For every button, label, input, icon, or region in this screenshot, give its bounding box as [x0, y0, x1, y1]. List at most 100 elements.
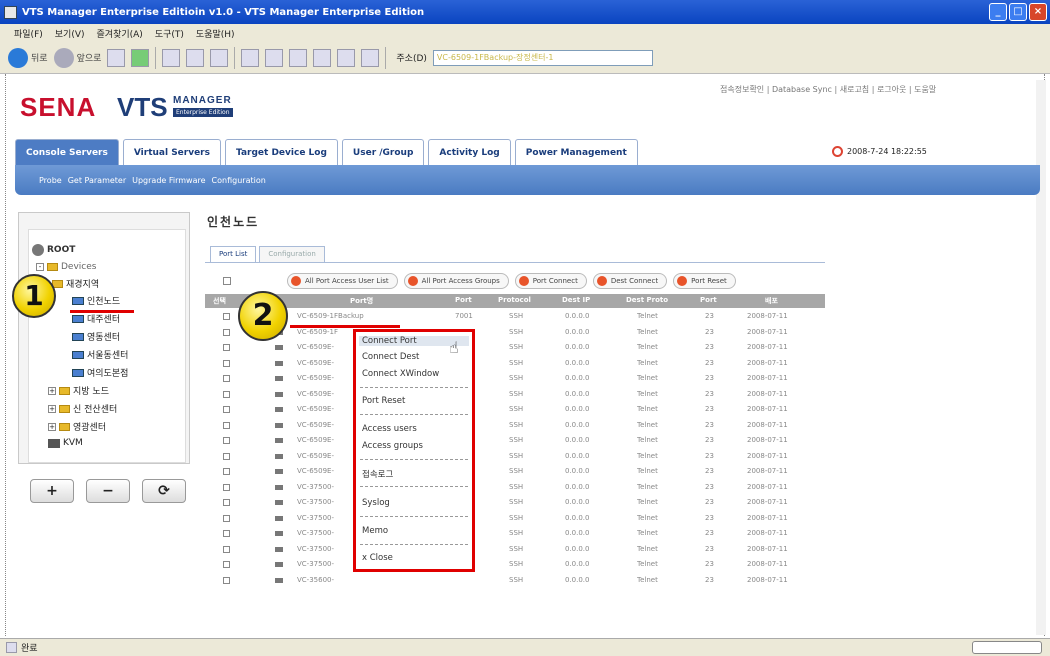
row-checkbox[interactable] — [223, 313, 230, 320]
forward-button[interactable]: 앞으로 — [53, 46, 101, 70]
table-row[interactable]: VC-37500- SSH 0.0.0.0 Telnet 23 2008-07-11 — [205, 480, 825, 496]
row-checkbox[interactable] — [223, 359, 230, 367]
tree-region[interactable]: 재경지역 — [52, 277, 99, 290]
collapse-icon[interactable]: - — [36, 263, 44, 271]
table-row[interactable]: VC-6509E- SSH 0.0.0.0 Telnet 23 2008-07-11 — [205, 464, 825, 480]
table-row[interactable]: VC-6509E- SSH 0.0.0.0 Telnet 23 2008-07-11 — [205, 402, 825, 418]
remove-button[interactable]: − — [86, 479, 130, 503]
menu-tools[interactable]: 도구(T) — [155, 27, 184, 40]
port-reset-button[interactable]: Port Reset — [673, 273, 736, 289]
table-row[interactable]: VC-6509E- SSH 0.0.0.0 Telnet 23 2008-07-11 — [205, 449, 825, 465]
table-row[interactable]: VC-37500- SSH 0.0.0.0 Telnet 23 2008-07-11 — [205, 526, 825, 542]
table-row[interactable]: VC-37500- SSH 0.0.0.0 Telnet 23 2008-07-11 — [205, 495, 825, 511]
expand-icon[interactable]: + — [48, 386, 56, 395]
tab-port-list[interactable]: Port List — [210, 246, 257, 262]
tree-kvm[interactable]: KVM — [48, 438, 83, 448]
all-port-access-user-list-button[interactable]: All Port Access User List — [287, 273, 398, 289]
row-checkbox[interactable] — [223, 437, 230, 444]
close-button[interactable]: × — [1029, 3, 1047, 21]
row-checkbox[interactable] — [223, 576, 230, 584]
mail-icon[interactable] — [289, 48, 308, 67]
edit-icon[interactable] — [210, 48, 229, 67]
table-row[interactable]: VC-6509E- SSH 0.0.0.0 Telnet 23 2008-07-11 — [205, 433, 825, 449]
tab-target-device-log[interactable]: Target Device Log — [224, 139, 338, 165]
all-port-access-groups-button[interactable]: All Port Access Groups — [403, 273, 509, 289]
subnav-upgrade-firmware[interactable]: Upgrade Firmware — [132, 176, 205, 185]
maximize-button[interactable]: □ — [1009, 3, 1027, 21]
refresh-button[interactable]: ⟳ — [142, 479, 186, 503]
tree-devices[interactable]: - Devices — [36, 262, 96, 272]
menu-access-groups[interactable]: Access groups — [362, 441, 423, 451]
expand-icon[interactable]: + — [48, 404, 56, 413]
expand-icon[interactable]: + — [48, 422, 56, 431]
media-icon[interactable] — [313, 48, 332, 67]
tree-folder-younggwang[interactable]: + 영광센터 — [48, 420, 106, 433]
menu-access-log[interactable]: 접속로그 — [362, 468, 393, 480]
table-row[interactable]: VC-37500- SSH 0.0.0.0 Telnet 23 2008-07-11 — [205, 557, 825, 573]
row-checkbox[interactable] — [223, 328, 230, 336]
tree-node-seouldong[interactable]: 서울동센터 — [72, 348, 128, 361]
port-connect-button[interactable]: Port Connect — [514, 273, 587, 289]
table-row[interactable]: VC-37500- SSH 0.0.0.0 Telnet 23 2008-07-11 — [205, 542, 825, 558]
tree-node-yeongdong[interactable]: 영동센터 — [72, 330, 120, 343]
print-icon[interactable] — [186, 48, 205, 67]
table-row[interactable]: VC-6509E- SSH 0.0.0.0 Telnet 23 2008-07-11 — [205, 371, 825, 387]
menu-file[interactable]: 파일(F) — [14, 27, 43, 40]
menu-connect-dest[interactable]: Connect Dest — [362, 352, 419, 362]
refresh-icon[interactable] — [131, 48, 150, 67]
table-row[interactable]: VC-6509E- SSH 0.0.0.0 Telnet 23 2008-07-11 — [205, 356, 825, 372]
address-field[interactable]: VC-6509-1FBackup-장정센터-1 — [432, 49, 653, 66]
table-row[interactable]: VC-6509-1FBackup 7001 SSH 0.0.0.0 Telnet 23 20… — [205, 309, 825, 325]
row-checkbox[interactable] — [223, 375, 230, 382]
row-checkbox[interactable] — [223, 344, 230, 351]
tree-folder-local[interactable]: + 지방 노드 — [48, 384, 109, 397]
row-checkbox[interactable] — [223, 390, 230, 398]
favorites-icon[interactable] — [241, 48, 260, 67]
table-row[interactable]: VC-35600- SSH 0.0.0.0 Telnet 23 2008-07-11 — [205, 573, 825, 589]
table-row[interactable]: VC-6509E- SSH 0.0.0.0 Telnet 23 2008-07-11 — [205, 340, 825, 356]
menu-connect-xwindow[interactable]: Connect XWindow — [362, 369, 439, 379]
row-checkbox[interactable] — [223, 421, 230, 429]
back-button[interactable]: 뒤로 — [8, 46, 48, 70]
stop-icon[interactable] — [107, 48, 126, 67]
subnav-probe[interactable]: Probe — [39, 176, 62, 185]
links-icon[interactable] — [337, 48, 356, 67]
scrollbar[interactable] — [1036, 80, 1046, 635]
table-row[interactable]: VC-37500- SSH 0.0.0.0 Telnet 23 2008-07-11 — [205, 511, 825, 527]
tree-folder-new-center[interactable]: + 신 전산센터 — [48, 402, 117, 415]
top-links[interactable]: 접속정보확인 | Database Sync | 새로고침 | 로그아웃 | 도… — [720, 84, 936, 95]
select-all-checkbox[interactable] — [223, 277, 231, 285]
subnav-configuration[interactable]: Configuration — [212, 176, 266, 185]
row-checkbox[interactable] — [223, 499, 230, 506]
table-row[interactable]: VC-6509E- SSH 0.0.0.0 Telnet 23 2008-07-11 — [205, 418, 825, 434]
row-checkbox[interactable] — [223, 483, 230, 491]
history-icon[interactable] — [265, 48, 284, 67]
add-button[interactable]: + — [30, 479, 74, 503]
row-checkbox[interactable] — [223, 468, 230, 475]
tree-node-yeouido[interactable]: 여의도본점 — [72, 366, 128, 379]
row-checkbox[interactable] — [223, 452, 230, 460]
menu-port-reset[interactable]: Port Reset — [362, 396, 405, 406]
tab-user-group[interactable]: User /Group — [341, 139, 425, 165]
row-checkbox[interactable] — [223, 406, 230, 413]
menu-help[interactable]: 도움말(H) — [196, 27, 235, 40]
tab-activity-log[interactable]: Activity Log — [428, 139, 511, 165]
menu-memo[interactable]: Memo — [362, 526, 388, 536]
tab-configuration[interactable]: Configuration — [259, 246, 325, 262]
home-icon[interactable] — [162, 48, 181, 67]
dest-connect-button[interactable]: Dest Connect — [592, 273, 668, 289]
row-checkbox[interactable] — [223, 561, 230, 568]
menu-view[interactable]: 보기(V) — [55, 27, 85, 40]
table-row[interactable]: VC-6509E- SSH 0.0.0.0 Telnet 23 2008-07-11 — [205, 387, 825, 403]
tree-node-daeju[interactable]: 대주센터 — [72, 312, 120, 325]
tree-root[interactable]: ROOT — [32, 244, 75, 256]
row-checkbox[interactable] — [223, 514, 230, 522]
row-checkbox[interactable] — [223, 545, 230, 553]
tab-virtual-servers[interactable]: Virtual Servers — [122, 139, 221, 165]
menu-favorites[interactable]: 즐겨찾기(A) — [97, 27, 143, 40]
tab-power-management[interactable]: Power Management — [514, 139, 638, 165]
tab-console-servers[interactable]: Console Servers — [15, 139, 119, 165]
row-checkbox[interactable] — [223, 530, 230, 537]
tree-node-incheon[interactable]: 인천노드 — [72, 294, 120, 307]
menu-syslog[interactable]: Syslog — [362, 498, 390, 508]
